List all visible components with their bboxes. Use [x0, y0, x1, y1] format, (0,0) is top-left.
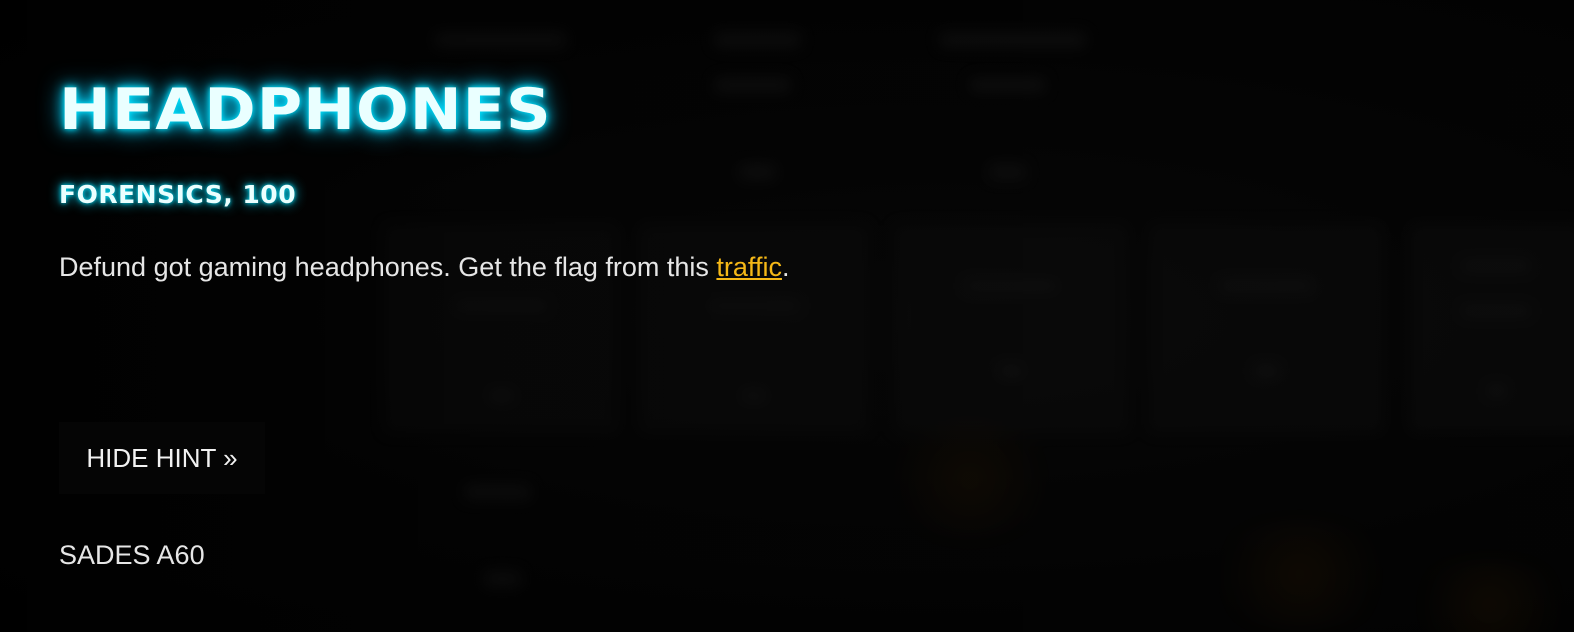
challenge-category-points: FORENSICS, 100	[59, 180, 297, 209]
challenge-page: HEADPHONES FORENSICS, 100 Defund got gam…	[0, 0, 1574, 632]
hint-text: SADES A60	[59, 540, 205, 570]
description-text: Defund got gaming headphones. Get the fl…	[59, 252, 717, 282]
challenge-title: HEADPHONES	[59, 75, 552, 143]
hide-hint-button[interactable]: HIDE HINT »	[59, 422, 265, 494]
challenge-modal: HEADPHONES FORENSICS, 100 Defund got gam…	[59, 75, 1059, 570]
description-end: .	[781, 252, 790, 282]
traffic-link[interactable]: traffic	[716, 252, 782, 282]
challenge-description: Defund got gaming headphones. Get the fl…	[59, 251, 1059, 283]
